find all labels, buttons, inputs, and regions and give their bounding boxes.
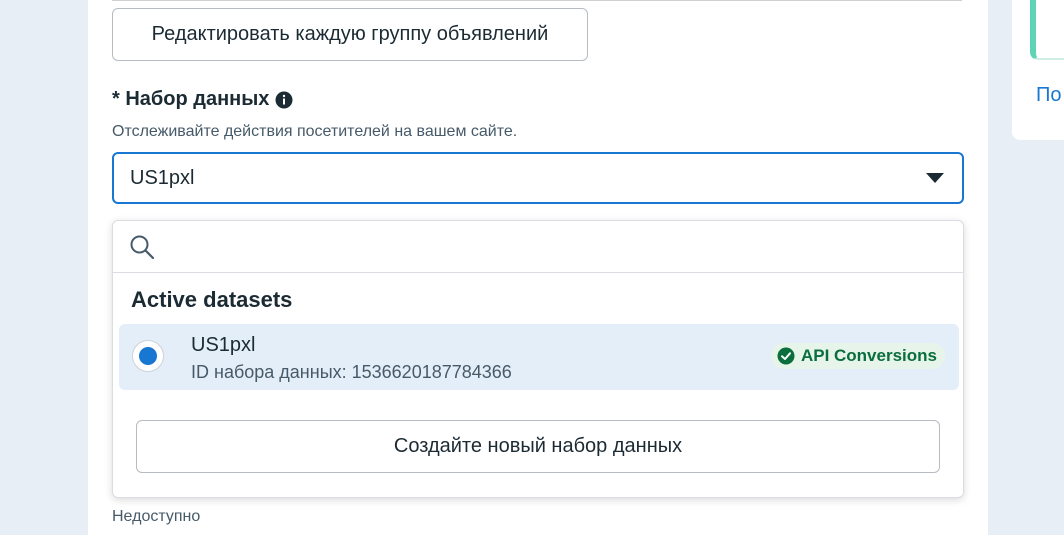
page: Редактировать каждую группу объявлений *… <box>0 0 1064 535</box>
caret-down-icon <box>926 173 944 183</box>
divider <box>112 0 962 1</box>
info-icon[interactable] <box>275 91 293 109</box>
side-link[interactable]: По <box>1036 84 1062 107</box>
dataset-search-input[interactable] <box>165 235 963 258</box>
search-icon <box>130 235 155 259</box>
check-circle-icon <box>777 347 795 365</box>
dropdown-search-row <box>113 221 963 273</box>
dataset-field-label: * Набор данных <box>112 88 293 111</box>
field-hint-unavailable: Недоступно <box>112 508 201 525</box>
dataset-option-id: ID набора данных: 1536620187784366 <box>191 362 512 382</box>
side-accent-bar <box>1030 0 1064 60</box>
dataset-option-name: US1pxl <box>191 334 256 356</box>
badge-text: API Conversions <box>800 346 937 365</box>
dropdown-group-title: Active datasets <box>131 287 293 312</box>
dataset-radio[interactable] <box>132 340 164 372</box>
dataset-select-value: US1pxl <box>130 166 195 189</box>
dataset-option[interactable]: US1pxl ID набора данных: 153662018778436… <box>119 324 959 390</box>
edit-each-ad-group-button[interactable]: Редактировать каждую группу объявлений <box>112 8 588 61</box>
dataset-field-description: Отслеживайте действия посетителей на ваш… <box>112 123 518 140</box>
radio-selected-dot <box>139 347 157 365</box>
api-conversions-badge: API Conversions <box>770 343 945 369</box>
dataset-select[interactable]: US1pxl <box>112 152 964 204</box>
create-dataset-button[interactable]: Создайте новый набор данных <box>136 420 940 473</box>
dataset-dropdown: Active datasets US1pxl ID набора данных:… <box>112 220 964 498</box>
dataset-label-text: * Набор данных <box>112 88 270 110</box>
